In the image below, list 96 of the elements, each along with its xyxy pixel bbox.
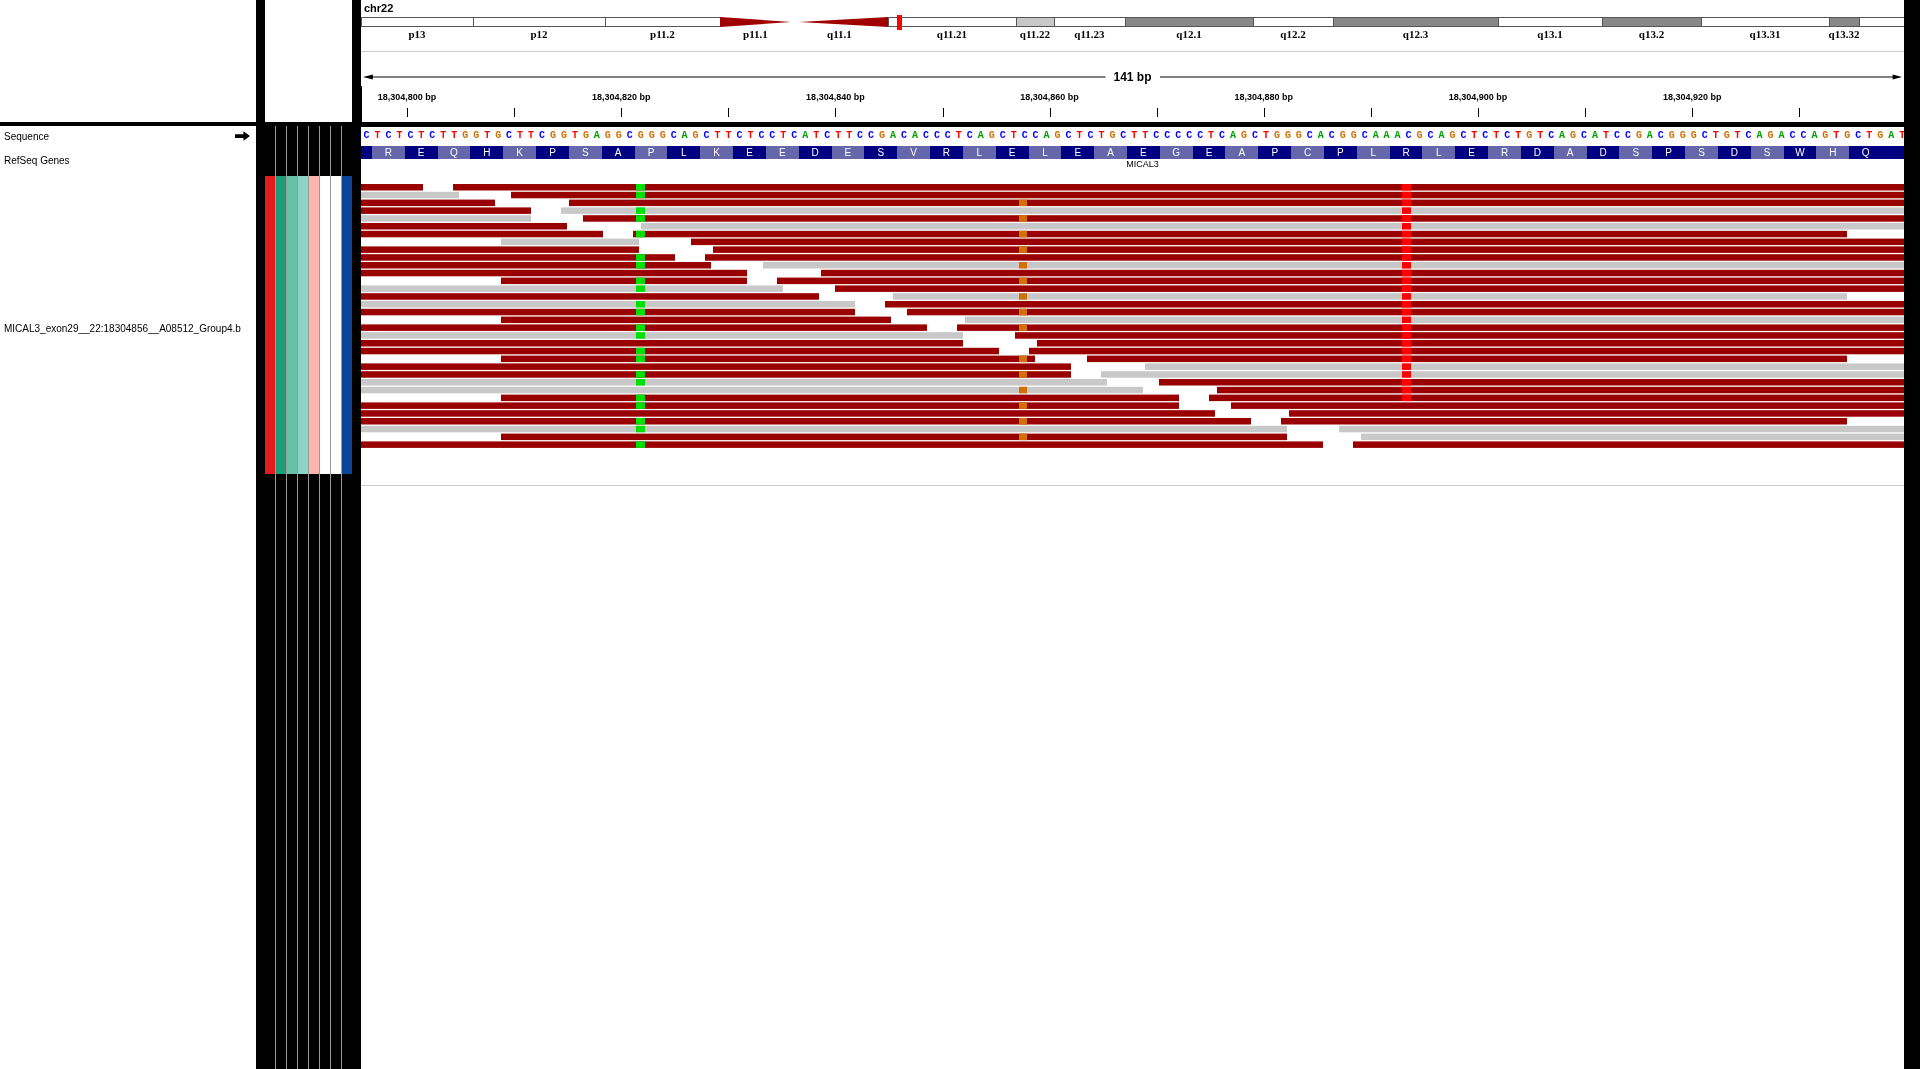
attribute-swatch[interactable]	[265, 176, 275, 474]
chromosome-band[interactable]	[1701, 17, 1829, 27]
band-label: p11.2	[650, 28, 675, 40]
amino-acid: E	[1455, 146, 1489, 159]
track-name[interactable]: Sequence	[4, 130, 50, 142]
band-label: q13.2	[1638, 28, 1665, 40]
amino-acid: Q	[1849, 146, 1883, 159]
amino-acid: P	[1652, 146, 1686, 159]
amino-acid: S	[1619, 146, 1653, 159]
band-label: q13.32	[1828, 28, 1860, 40]
chromosome-band[interactable]	[361, 17, 473, 27]
amino-acid: D	[1586, 146, 1620, 159]
amino-acid: S	[1685, 146, 1718, 159]
amino-acid: D	[1717, 146, 1751, 159]
amino-acid: E	[831, 146, 865, 159]
tick-label: 18,304,800 bp	[377, 92, 437, 102]
band-label: q13.1	[1537, 28, 1563, 40]
amino-acid: L	[1422, 146, 1456, 159]
amino-acid: A	[1094, 146, 1127, 159]
band-label: p12	[530, 28, 548, 40]
track-name[interactable]: MICAL3_exon29__22:18304856__A08512_Group4.b	[4, 322, 241, 334]
codon-block	[361, 146, 372, 159]
tick-label: 18,304,900 bp	[1448, 92, 1508, 102]
amino-acid: A	[1225, 146, 1259, 159]
amino-acid: P	[1323, 146, 1357, 159]
attribute-swatch[interactable]	[298, 176, 308, 474]
amino-acid: E	[1127, 146, 1160, 159]
band-label: q12.2	[1280, 28, 1306, 40]
attribute-swatch[interactable]	[342, 176, 352, 474]
attribute-swatch[interactable]	[309, 176, 319, 474]
amino-acid: L	[1356, 146, 1390, 159]
region-marker	[897, 15, 902, 30]
amino-acid: E	[1061, 146, 1095, 159]
attribute-swatch[interactable]	[287, 176, 297, 474]
band-label: p13	[408, 28, 426, 40]
attribute-swatch[interactable]	[276, 176, 286, 474]
amino-acid: H	[1816, 146, 1850, 159]
attribute-swatch[interactable]	[331, 176, 341, 474]
amino-acid: C	[1291, 146, 1324, 159]
amino-acid: E	[1192, 146, 1226, 159]
amino-acid: S	[1750, 146, 1784, 159]
band-label: q13.31	[1749, 28, 1781, 40]
amino-acid: E	[733, 146, 766, 159]
band-label: q11.22	[1019, 28, 1051, 40]
amino-acid: A	[601, 146, 635, 159]
arrow-right-icon[interactable]	[235, 131, 250, 141]
chromosome-band[interactable]	[888, 17, 1016, 27]
amino-acid: A	[1553, 146, 1587, 159]
amino-acid: R	[930, 146, 963, 159]
span-label: 141 bp	[1112, 70, 1153, 84]
amino-acid: G	[1159, 146, 1193, 159]
chromosome-name: chr22	[363, 1, 395, 16]
amino-acid: R	[1488, 146, 1521, 159]
tick-label: 18,304,840 bp	[806, 92, 865, 102]
amino-acid: L	[667, 146, 701, 159]
amino-acid: L	[1028, 146, 1062, 159]
amino-acid: D	[1520, 146, 1554, 159]
amino-acid: P	[536, 146, 569, 159]
amino-acid: V	[897, 146, 930, 159]
amino-acid: P	[1258, 146, 1292, 159]
band-label: q11.1	[827, 28, 852, 40]
chromosome-band[interactable]	[473, 17, 605, 27]
amino-acid: E	[404, 146, 438, 159]
band-label: q11.23	[1074, 28, 1105, 40]
band-label: q12.3	[1402, 28, 1429, 40]
gene-name: MICAL3	[1125, 159, 1160, 169]
tick-label: 18,304,880 bp	[1234, 92, 1294, 102]
amino-acid: R	[1389, 146, 1423, 159]
track-name[interactable]: RefSeq Genes	[4, 154, 70, 166]
amino-acid: R	[371, 146, 405, 159]
band-label: q12.1	[1176, 28, 1202, 40]
amino-acid: W	[1783, 146, 1817, 159]
chromosome-band[interactable]	[1498, 17, 1602, 27]
band-label: q11.21	[936, 28, 968, 40]
amino-acid: D	[798, 146, 832, 159]
chromosome-band[interactable]	[1253, 17, 1333, 27]
amino-acid: K	[503, 146, 537, 159]
attribute-swatch[interactable]	[320, 176, 330, 474]
chromosome-band[interactable]	[1054, 17, 1125, 27]
amino-acid: E	[995, 146, 1029, 159]
codon-block	[1882, 146, 1904, 159]
chromosome-band[interactable]	[1859, 17, 1904, 27]
amino-acid: P	[634, 146, 668, 159]
amino-acid: Q	[437, 146, 471, 159]
amino-acid: S	[864, 146, 898, 159]
chromosome-band[interactable]	[605, 17, 720, 27]
amino-acid: H	[470, 146, 504, 159]
tick-label: 18,304,920 bp	[1662, 92, 1722, 102]
amino-acid: K	[700, 146, 734, 159]
amino-acid: S	[568, 146, 602, 159]
tick-label: 18,304,860 bp	[1020, 92, 1079, 102]
amino-acid: L	[962, 146, 996, 159]
tick-label: 18,304,820 bp	[591, 92, 651, 102]
chromosome-band[interactable]	[1016, 17, 1054, 27]
band-label: p11.1	[743, 28, 768, 40]
amino-acid: E	[765, 146, 799, 159]
